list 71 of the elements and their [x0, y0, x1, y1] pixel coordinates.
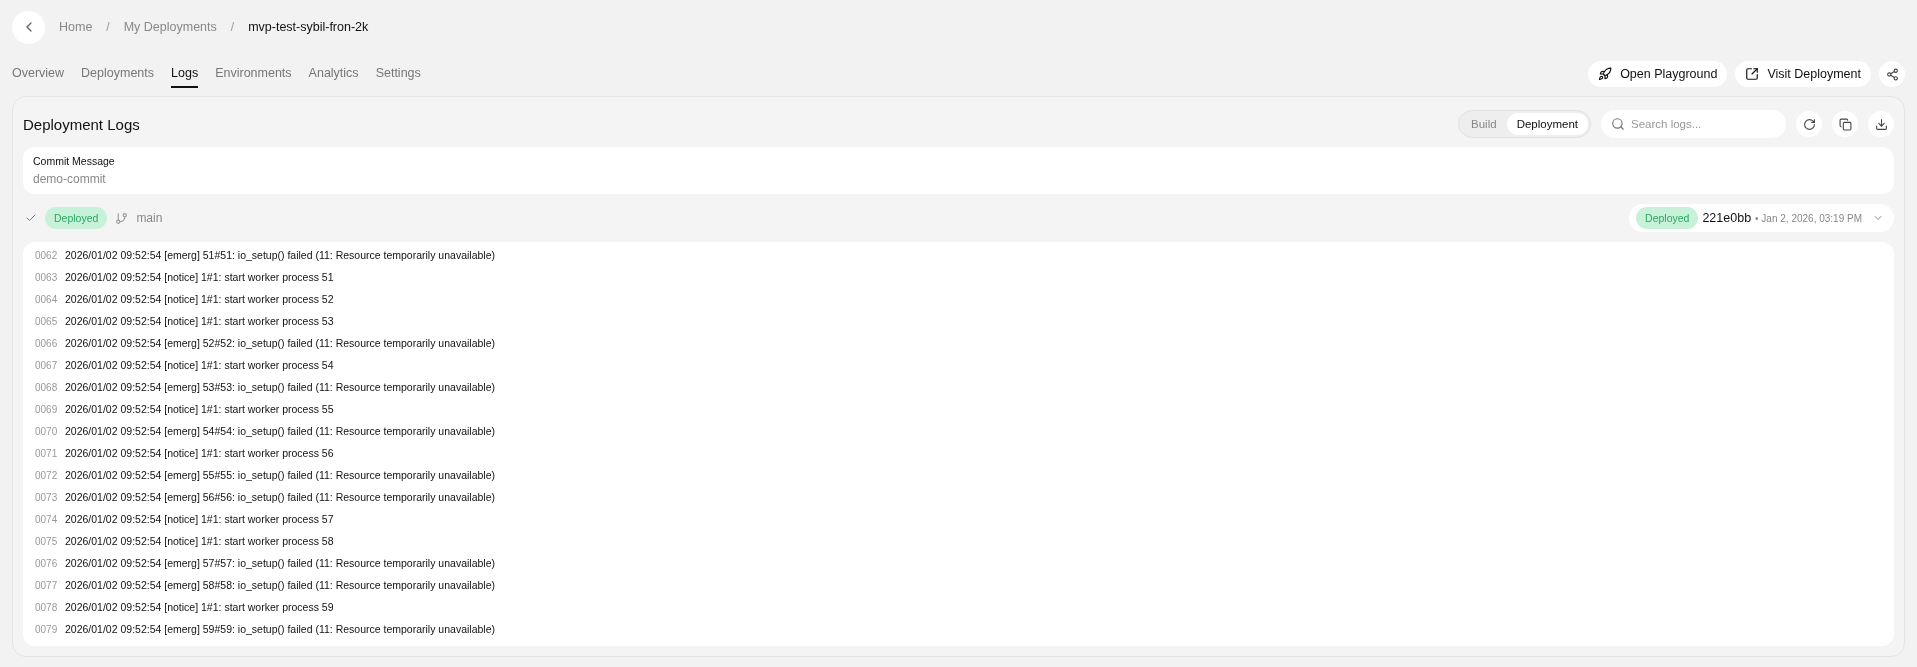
log-line: 2026/01/02 09:52:54 [notice] 1#1: start worker process 53	[65, 315, 334, 327]
nav-tab[interactable]: Environments	[215, 60, 292, 88]
commit-message: demo-commit	[33, 172, 107, 186]
log-line: 2026/01/02 09:52:54 [emerg] 54#54: io_setup() failed (11: Resource temporarily unavailable)	[65, 425, 495, 437]
log-line: 2026/01/02 09:52:54 [notice] 1#1: start worker process 58	[65, 535, 334, 547]
visit-deployment-button[interactable]: Visit Deployment	[1735, 61, 1871, 87]
log-line: 2026/01/02 09:52:54 [notice] 1#1: start worker process 59	[65, 601, 334, 613]
nav-tab[interactable]: Settings	[375, 60, 421, 88]
search-field[interactable]: Search logs...	[1601, 110, 1786, 138]
line-number: 0065	[35, 315, 59, 327]
branch-name: main	[136, 211, 163, 225]
log-line: 2026/01/02 09:52:54 [emerg] 58#58: io_setup() failed (11: Resource temporarily unavailable)	[65, 579, 495, 591]
line-number: 0079	[35, 623, 59, 635]
rocket-icon	[1598, 67, 1613, 81]
line-number: 0072	[35, 469, 59, 481]
line-number: 0071	[35, 447, 59, 459]
panel-title: Deployment Logs	[23, 115, 140, 133]
log-line: 2026/01/02 09:52:54 [emerg] 59#59: io_setup() failed (11: Resource temporarily unavailable)	[65, 623, 495, 635]
line-number: 0064	[35, 293, 59, 305]
refresh-button[interactable]	[1796, 111, 1822, 137]
breadcrumb-current: mvp-test-sybil-fron-2k	[248, 20, 369, 34]
commit-label: Commit Message	[33, 155, 116, 167]
line-number: 0067	[35, 359, 59, 371]
nav-tab[interactable]: Overview	[12, 60, 65, 88]
line-number: 0066	[35, 337, 59, 349]
status-badge: Deployed	[45, 207, 108, 229]
log-line: 2026/01/02 09:52:54 [notice] 1#1: start worker process 55	[65, 403, 334, 415]
breadcrumb-link[interactable]: My Deployments	[123, 20, 217, 34]
open-playground-button[interactable]: Open Playground	[1588, 61, 1728, 87]
line-number: 0076	[35, 557, 59, 569]
breadcrumb-separator: /	[230, 20, 235, 34]
line-number: 0078	[35, 601, 59, 613]
download-button[interactable]	[1868, 111, 1894, 137]
log-line: 2026/01/02 09:52:54 [emerg] 56#56: io_setup() failed (11: Resource temporarily unavailable)	[65, 491, 495, 503]
line-number: 0074	[35, 513, 59, 525]
line-number: 0073	[35, 491, 59, 503]
breadcrumb-link[interactable]: Home	[59, 20, 93, 34]
nav-tab[interactable]: Logs	[171, 60, 199, 88]
share-icon	[1885, 67, 1899, 81]
log-line: 2026/01/02 09:52:54 [emerg] 51#51: io_setup() failed (11: Resource temporarily unavailable)	[65, 249, 495, 261]
refresh-icon	[1802, 117, 1816, 131]
log-line: 2026/01/02 09:52:54 [emerg] 53#53: io_setup() failed (11: Resource temporarily unavailable)	[65, 381, 495, 393]
log-source-tab[interactable]: Deployment	[1506, 113, 1588, 135]
log-line: 2026/01/02 09:52:54 [notice] 1#1: start worker process 56	[65, 447, 334, 459]
log-line: 2026/01/02 09:52:54 [notice] 1#1: start worker process 52	[65, 293, 334, 305]
share-button[interactable]	[1879, 61, 1905, 87]
log-line: 2026/01/02 09:52:54 [emerg] 57#57: io_setup() failed (11: Resource temporarily unavailable)	[65, 557, 495, 569]
log-line: 2026/01/02 09:52:54 [emerg] 52#52: io_setup() failed (11: Resource temporarily unavailable)	[65, 337, 495, 349]
line-number: 0068	[35, 381, 59, 393]
search-icon	[1611, 117, 1625, 131]
copy-button[interactable]	[1832, 111, 1858, 137]
line-number: 0070	[35, 425, 59, 437]
log-line: 2026/01/02 09:52:54 [notice] 1#1: start worker process 57	[65, 513, 334, 525]
log-line: 2026/01/02 09:52:54 [emerg] 55#55: io_setup() failed (11: Resource temporarily unavailable)	[65, 469, 495, 481]
log-source-tab[interactable]: Build	[1461, 113, 1507, 135]
copy-icon	[1838, 117, 1852, 131]
log-line: 2026/01/02 09:52:54 [notice] 1#1: start worker process 54	[65, 359, 334, 371]
deployment-selector[interactable]: Deployed 221e0bb • Jan 2, 2026, 03:19 PM	[1629, 204, 1894, 232]
line-number: 0075	[35, 535, 59, 547]
nav-tab[interactable]: Analytics	[308, 60, 359, 88]
breadcrumb-separator: /	[106, 20, 110, 34]
log-line: 2026/01/02 09:52:54 [notice] 1#1: start worker process 51	[65, 271, 334, 283]
check-icon	[25, 212, 37, 224]
download-icon	[1874, 117, 1888, 131]
branch-icon	[115, 211, 129, 225]
line-number: 0069	[35, 403, 59, 415]
line-number: 0077	[35, 579, 59, 591]
external-link-icon	[1745, 67, 1760, 81]
line-number: 0062	[35, 249, 59, 261]
line-number: 0063	[35, 271, 59, 283]
nav-tab[interactable]: Deployments	[81, 60, 155, 88]
